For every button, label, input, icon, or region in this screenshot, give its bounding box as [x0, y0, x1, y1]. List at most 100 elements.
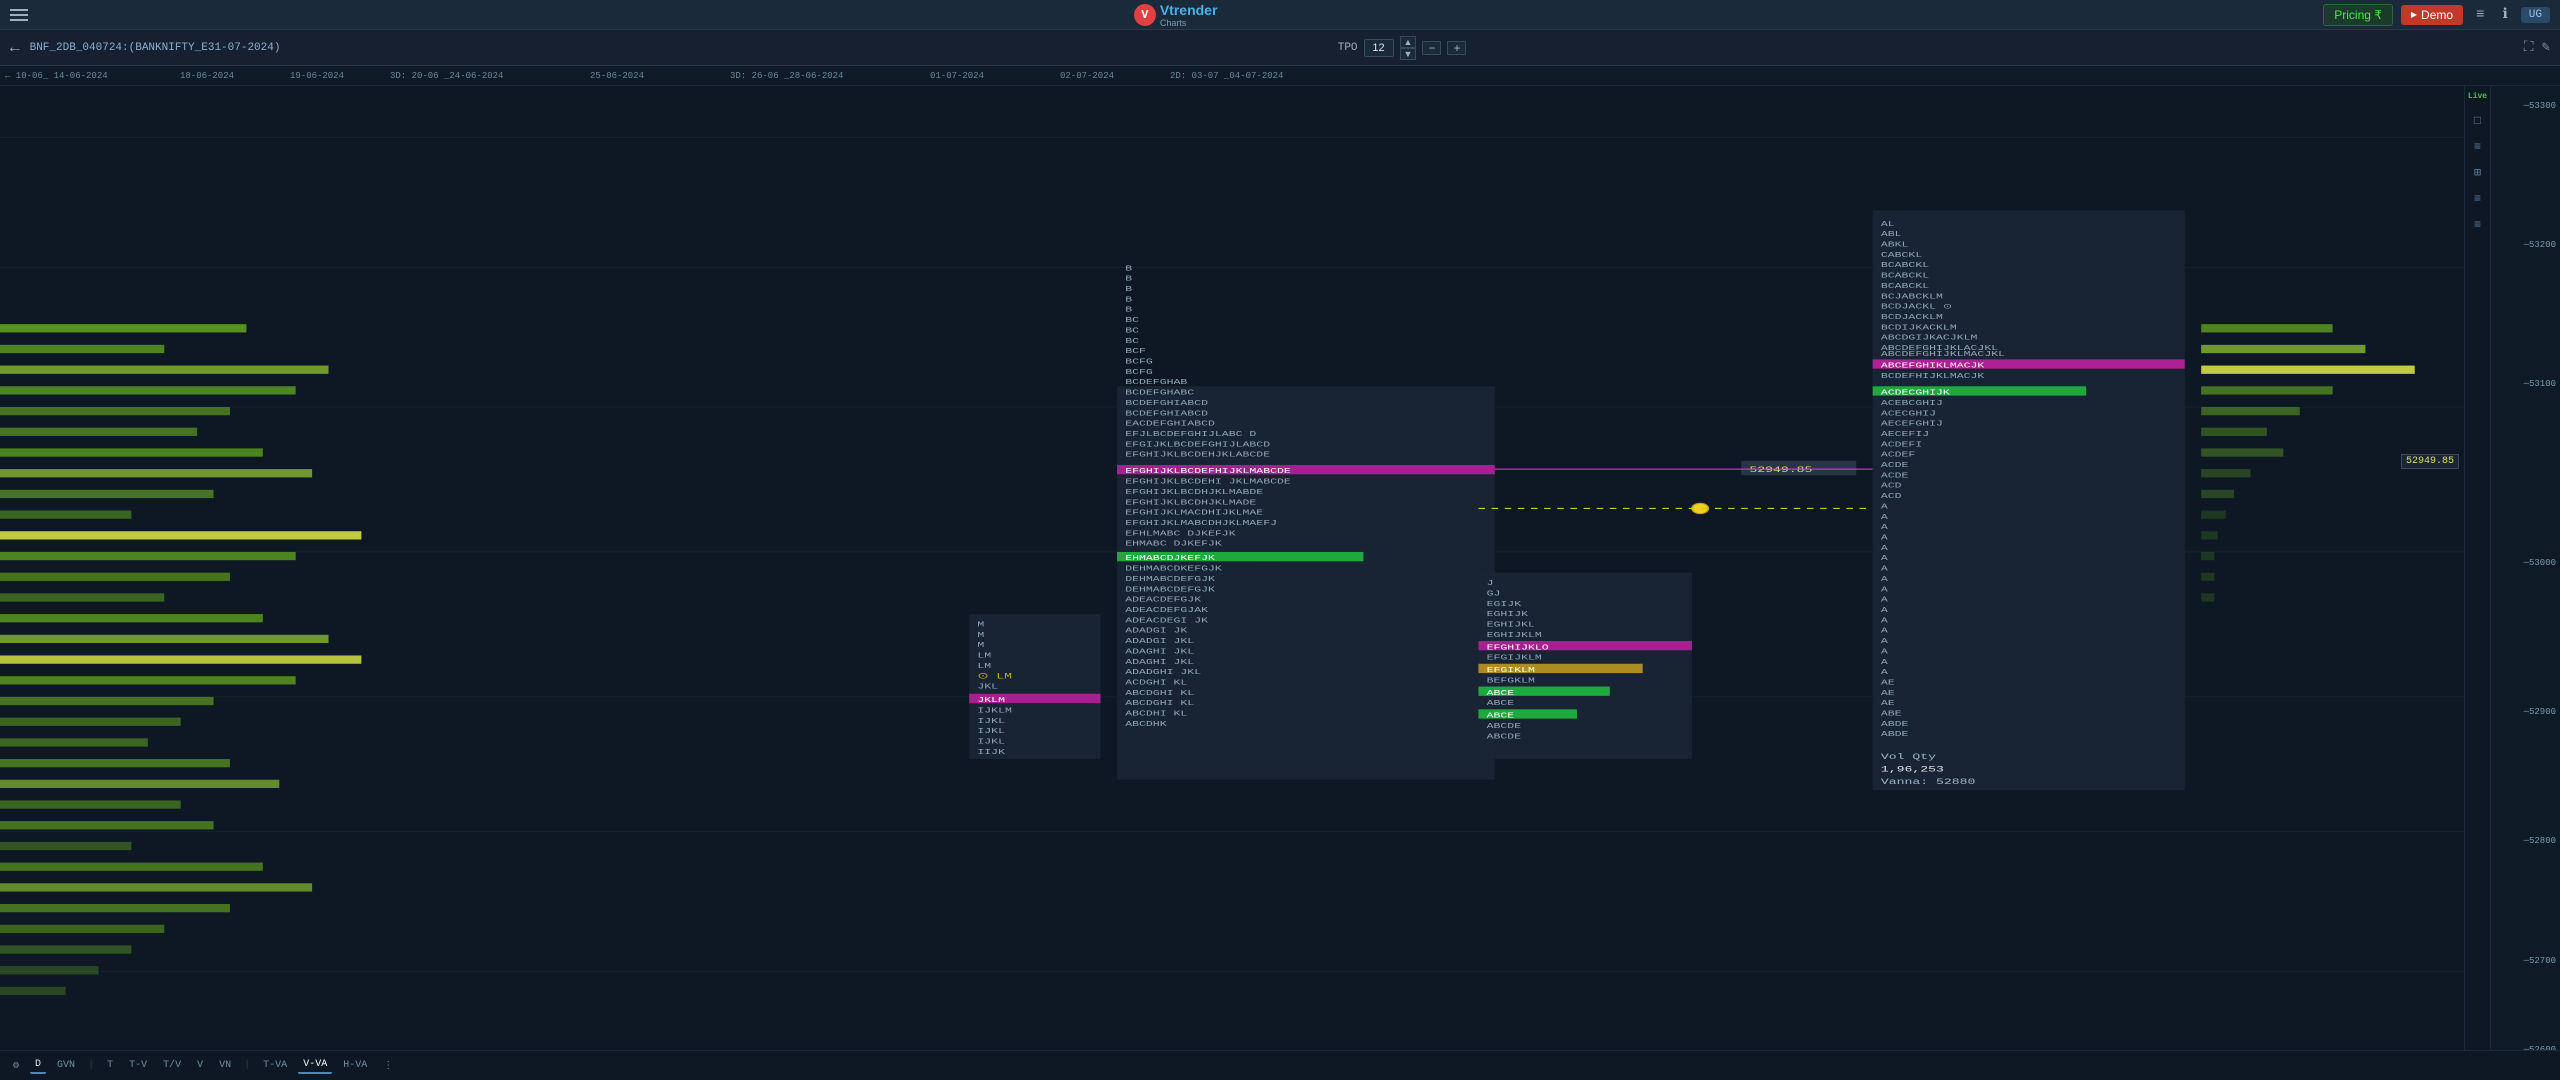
- svg-text:EFGHIJKLMACDHIJKLMAE: EFGHIJKLMACDHIJKLMAE: [1125, 509, 1263, 517]
- tpo-label: TPO: [1338, 42, 1358, 54]
- svg-text:BCDEFHIJKLMACJK: BCDEFHIJKLMACJK: [1881, 372, 1985, 380]
- svg-text:ACDE: ACDE: [1881, 471, 1909, 479]
- tpo-plus-button[interactable]: +: [1447, 41, 1466, 55]
- svg-text:ADEACDEFGJK: ADEACDEFGJK: [1125, 596, 1201, 604]
- svg-text:BCDJACKL ⊙: BCDJACKL ⊙: [1881, 303, 1953, 311]
- sidebar-icon-2[interactable]: ≡: [2474, 141, 2481, 153]
- svg-text:EFJLBCDEFGHIJLABC D: EFJLBCDEFGHIJLABC D: [1125, 430, 1256, 438]
- sidebar-icon-4[interactable]: ≡: [2474, 193, 2481, 205]
- svg-text:ACD: ACD: [1881, 482, 1902, 490]
- tpo-input[interactable]: [1364, 39, 1394, 57]
- svg-text:EFGHIJKLBCDEHI JKLMABCDE: EFGHIJKLBCDEHI JKLMABCDE: [1125, 478, 1291, 486]
- svg-text:ABCDGHI KL: ABCDGHI KL: [1125, 689, 1194, 697]
- price-tick-53100: ─53100: [2524, 379, 2556, 389]
- svg-text:A: A: [1881, 596, 1888, 604]
- back-button[interactable]: ←: [10, 39, 20, 57]
- mode-tvdiv-button[interactable]: T/V: [158, 1058, 186, 1073]
- tpo-down-button[interactable]: ▼: [1400, 48, 1417, 60]
- svg-text:ACEBCGHIJ: ACEBCGHIJ: [1881, 399, 1943, 407]
- svg-text:ABCDE: ABCDE: [1487, 722, 1522, 730]
- svg-text:1,96,253: 1,96,253: [1881, 765, 1944, 774]
- mode-t-button[interactable]: T: [102, 1058, 118, 1073]
- svg-text:M: M: [977, 620, 984, 628]
- svg-text:ADADGHI JKL: ADADGHI JKL: [1125, 668, 1201, 676]
- demo-button[interactable]: Demo: [2401, 5, 2463, 25]
- svg-text:ACECGHIJ: ACECGHIJ: [1881, 409, 1936, 417]
- svg-text:BCDEFGHABC: BCDEFGHABC: [1125, 389, 1194, 397]
- mode-d-button[interactable]: D: [30, 1057, 46, 1074]
- svg-text:DEHMABCDEFGJK: DEHMABCDEFGJK: [1125, 575, 1215, 583]
- sidebar-icon-3[interactable]: ⊞: [2474, 167, 2481, 179]
- tpo-minus-button[interactable]: −: [1422, 41, 1441, 55]
- svg-text:A: A: [1881, 668, 1888, 676]
- svg-text:ACDEF: ACDEF: [1881, 451, 1916, 459]
- svg-text:ACDECGHIJK: ACDECGHIJK: [1881, 389, 1950, 397]
- svg-text:A: A: [1881, 627, 1888, 635]
- svg-text:BCABCKL: BCABCKL: [1881, 272, 1930, 280]
- svg-text:52949.85: 52949.85: [1749, 466, 1812, 475]
- toolbar: ← BNF_2DB_040724:(BANKNIFTY_E31-07-2024)…: [0, 30, 2560, 66]
- svg-text:ADEACDEGI JK: ADEACDEGI JK: [1125, 616, 1208, 624]
- svg-text:EFGIJKLBCDEFGHIJLABCD: EFGIJKLBCDEFGHIJLABCD: [1125, 440, 1270, 448]
- header-left: [10, 9, 28, 21]
- fullscreen-icon[interactable]: ⛶: [2524, 40, 2534, 56]
- svg-text:EGHIJKLM: EGHIJKLM: [1487, 631, 1542, 639]
- info-icon[interactable]: ℹ: [2497, 4, 2512, 25]
- svg-text:A: A: [1881, 658, 1888, 666]
- svg-text:ABCDHI KL: ABCDHI KL: [1125, 710, 1187, 718]
- tpo-up-button[interactable]: ▲: [1400, 36, 1417, 48]
- tpo-control: TPO ▲ ▼ − +: [1338, 36, 1467, 60]
- mode-tva-button[interactable]: T-VA: [258, 1058, 292, 1073]
- header-center: V Vtrender Charts: [1134, 2, 1218, 28]
- svg-text:A: A: [1881, 513, 1888, 521]
- more-button[interactable]: ⋮: [378, 1058, 398, 1074]
- draw-icon[interactable]: ✎: [2542, 39, 2550, 56]
- header-right: Pricing ₹ Demo ≡ ℹ UG: [2323, 4, 2550, 26]
- svg-text:BCDEFGHIABCD: BCDEFGHIABCD: [1125, 409, 1208, 417]
- pricing-button[interactable]: Pricing ₹: [2323, 4, 2393, 26]
- sidebar-icon-5[interactable]: ≡: [2474, 219, 2481, 231]
- mode-gvn-button[interactable]: GVN: [52, 1058, 80, 1073]
- price-tick-52800: ─52800: [2524, 836, 2556, 846]
- main-area: © 2: [0, 86, 2560, 1080]
- mode-v-button[interactable]: V: [192, 1058, 208, 1073]
- svg-text:AL: AL: [1881, 220, 1895, 228]
- mode-vn-button[interactable]: VN: [214, 1058, 236, 1073]
- logo-name: Vtrender Charts: [1160, 2, 1218, 28]
- svg-text:A: A: [1881, 502, 1888, 510]
- settings-button[interactable]: ⚙: [8, 1058, 24, 1074]
- menu-icon[interactable]: [10, 9, 28, 21]
- svg-text:IJKLM: IJKLM: [977, 706, 1012, 714]
- price-scale: ─53300 ─53200 ─53100 ─53000 ─52900 ─5280…: [2490, 86, 2560, 1080]
- price-tick-53000: ─53000: [2524, 558, 2556, 568]
- svg-text:ABCDE: ABCDE: [1487, 732, 1522, 740]
- svg-text:LM: LM: [977, 662, 991, 670]
- date-label-2: 19-06-2024: [290, 71, 344, 81]
- svg-text:ABE: ABE: [1881, 710, 1902, 718]
- mode-tv-button[interactable]: T-V: [124, 1058, 152, 1073]
- chart-title: BNF_2DB_040724:(BANKNIFTY_E31-07-2024): [30, 42, 281, 54]
- svg-text:IJKL: IJKL: [977, 727, 1005, 735]
- date-label-0: ← 10-06_ 14-06-2024: [5, 71, 108, 81]
- svg-text:BCABCKL: BCABCKL: [1881, 261, 1930, 269]
- sidebar-icon-1[interactable]: □: [2474, 115, 2481, 127]
- grid-icon[interactable]: ≡: [2471, 5, 2489, 25]
- svg-text:EFHLMABC DJKEFJK: EFHLMABC DJKEFJK: [1125, 529, 1236, 537]
- svg-text:ABCE: ABCE: [1487, 699, 1515, 707]
- svg-text:LM: LM: [977, 652, 991, 660]
- svg-text:EFGIKLM: EFGIKLM: [1487, 666, 1536, 674]
- mode-hva-button[interactable]: H-VA: [338, 1058, 372, 1073]
- svg-text:EFGHIJKLO: EFGHIJKLO: [1487, 643, 1549, 651]
- svg-text:ABL: ABL: [1881, 230, 1902, 238]
- bottom-bar: ⚙ D GVN | T T-V T/V V VN | T-VA V-VA H-V…: [0, 1050, 2560, 1080]
- svg-text:B: B: [1125, 275, 1132, 283]
- user-badge[interactable]: UG: [2521, 7, 2550, 23]
- svg-text:BCDJACKLM: BCDJACKLM: [1881, 313, 1943, 321]
- mode-vva-button[interactable]: V-VA: [298, 1057, 332, 1074]
- crosshair-price-label: 52949.85: [2401, 454, 2459, 469]
- chart-area[interactable]: © 2: [0, 86, 2464, 1080]
- svg-text:EHMABC DJKEFJK: EHMABC DJKEFJK: [1125, 540, 1222, 548]
- date-label-8: 2D: 03-07 _04-07-2024: [1170, 71, 1283, 81]
- svg-text:ABCDHK: ABCDHK: [1125, 720, 1167, 728]
- header: V Vtrender Charts Pricing ₹ Demo ≡ ℹ UG: [0, 0, 2560, 30]
